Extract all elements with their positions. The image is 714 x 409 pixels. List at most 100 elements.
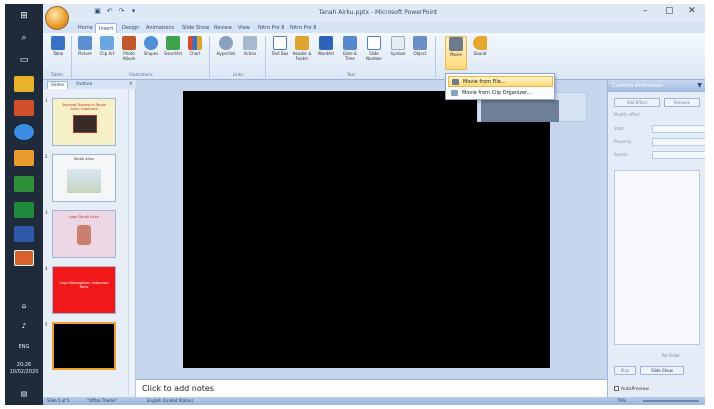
slides-scrollbar[interactable]: [128, 90, 134, 395]
slide-thumbnail-5[interactable]: [52, 322, 116, 370]
powerpoint-icon[interactable]: [14, 250, 34, 266]
slide-editing-area: [136, 80, 607, 379]
speed-field[interactable]: [652, 151, 705, 159]
slide-canvas[interactable]: [183, 91, 550, 368]
header-footer-button[interactable]: Header & Footer: [291, 36, 313, 70]
table-label: Table: [52, 51, 64, 56]
movie-from-clip-organizer-item[interactable]: Movie from Clip Organizer...: [448, 88, 553, 99]
language-indicator[interactable]: ENG: [7, 344, 41, 350]
action-button[interactable]: Action: [239, 36, 261, 70]
undo-icon[interactable]: ↶: [105, 7, 114, 16]
tab-slide-show[interactable]: Slide Show: [179, 23, 212, 33]
chevron-down-icon[interactable]: ▼: [697, 80, 702, 92]
app-icon[interactable]: [14, 150, 34, 166]
minimize-button[interactable]: –: [643, 6, 648, 16]
property-field[interactable]: [652, 138, 705, 146]
network-icon[interactable]: ⌂: [14, 298, 34, 314]
tab-insert[interactable]: Insert: [95, 23, 118, 33]
save-icon[interactable]: ▣: [93, 7, 102, 16]
photo-album-button[interactable]: Photo Album: [118, 36, 140, 70]
slide-thumbnail-2[interactable]: Tanah Airku: [52, 154, 116, 202]
group-links-label: Links: [232, 72, 244, 77]
picture-button[interactable]: Picture: [74, 36, 96, 70]
tab-review[interactable]: Review: [211, 23, 235, 33]
autopreview-checkbox[interactable]: AutoPreview: [614, 386, 649, 392]
excel-icon[interactable]: [14, 202, 34, 218]
tab-nitro-pro[interactable]: Nitro Pro 8: [287, 23, 319, 33]
notification-icon[interactable]: ▤: [14, 386, 34, 402]
tab-view[interactable]: View: [235, 23, 253, 33]
maximize-button[interactable]: ▢: [665, 6, 674, 16]
windows-taskbar: ⊞ ⌕ ▭ ⌂ ♪ ENG 20:26 10/02/2020 ▤: [5, 4, 43, 405]
shapes-button[interactable]: Shapes: [140, 36, 162, 70]
task-pane-title: Custom Animation: [612, 83, 663, 89]
text-box-icon: [273, 36, 287, 50]
redo-icon[interactable]: ↷: [117, 7, 126, 16]
browser-icon[interactable]: [14, 124, 34, 140]
movie-button[interactable]: Movie: [445, 36, 467, 70]
start-icon[interactable]: ⊞: [14, 8, 34, 24]
date-time-button[interactable]: Date & Time: [339, 36, 361, 70]
slide-thumbnail-title: Lagu Kebangsaan Indonesia Raya: [59, 281, 109, 289]
header-footer-icon: [295, 36, 309, 50]
movie-from-file-item[interactable]: Movie from File...: [448, 76, 553, 87]
zoom-level[interactable]: 79%: [617, 398, 626, 403]
symbol-icon: [391, 36, 405, 50]
add-effect-button[interactable]: Add Effect: [614, 98, 660, 107]
theme-name: "Office Theme": [87, 398, 118, 403]
slide-thumbnail-1[interactable]: Selamat Datang di Tanah Airku Indonesia: [52, 98, 116, 146]
slide-number-icon: [367, 36, 381, 50]
smartart-button[interactable]: SmartArt: [162, 36, 184, 70]
hyperlink-button[interactable]: Hyperlink: [215, 36, 237, 70]
task-view-icon[interactable]: ▭: [14, 52, 34, 68]
search-icon[interactable]: ⌕: [14, 30, 34, 46]
slide-show-button[interactable]: Slide Show: [640, 366, 684, 375]
tab-nitro-pro[interactable]: Nitro Pro 8: [255, 23, 287, 33]
zoom-slider[interactable]: [643, 400, 699, 402]
animation-list[interactable]: [614, 170, 700, 345]
symbol-button[interactable]: Symbol: [387, 36, 409, 70]
tab-home[interactable]: Home: [75, 23, 96, 33]
slide-photo: [67, 169, 101, 193]
tab-animations[interactable]: Animations: [143, 23, 177, 33]
symbol-label: Symbol: [390, 51, 406, 56]
close-button[interactable]: ✕: [688, 6, 696, 16]
tab-slides[interactable]: Slides: [47, 81, 69, 89]
object-button[interactable]: Object: [409, 36, 431, 70]
sound-button[interactable]: Sound: [469, 36, 491, 70]
slide-number-button[interactable]: Slide Number: [363, 36, 385, 70]
notes-pane[interactable]: Click to add notes: [136, 379, 607, 397]
text-box-button[interactable]: Text Box: [269, 36, 291, 70]
slide-thumbnail-3[interactable]: Lagu Tanah Airku: [52, 210, 116, 258]
speed-label: Speed:: [614, 152, 628, 157]
start-field[interactable]: [652, 125, 705, 133]
word-icon[interactable]: [14, 226, 34, 242]
remove-button[interactable]: Remove: [664, 98, 700, 107]
slide-number: 1: [45, 98, 48, 103]
close-pane-icon[interactable]: ×: [129, 81, 133, 87]
chart-icon: [188, 36, 202, 50]
table-button[interactable]: Table: [47, 36, 69, 70]
quick-access-toolbar: ▣ ↶ ↷ ▾: [93, 7, 138, 16]
slide-thumbnail-4[interactable]: Lagu Kebangsaan Indonesia Raya: [52, 266, 116, 314]
clip-art-button[interactable]: Clip Art: [96, 36, 118, 70]
language-status[interactable]: English (United States): [147, 398, 193, 403]
chart-button[interactable]: Chart: [184, 36, 206, 70]
volume-icon[interactable]: ♪: [14, 318, 34, 334]
notes-placeholder: Click to add notes: [142, 384, 214, 393]
office-app-icon[interactable]: [14, 100, 34, 116]
play-button[interactable]: Play: [614, 366, 636, 375]
customize-toolbar-icon[interactable]: ▾: [129, 7, 138, 16]
wordart-button[interactable]: WordArt: [315, 36, 337, 70]
group-separator: [265, 36, 266, 78]
reorder-control[interactable]: Re-Order: [648, 352, 694, 361]
tab-design[interactable]: Design: [119, 23, 142, 33]
group-text-label: Text: [346, 72, 356, 77]
text-box-label: Text Box: [271, 51, 289, 56]
app-icon[interactable]: [14, 176, 34, 192]
tab-outline[interactable]: Outline: [73, 81, 95, 89]
clip-art-label: Clip Art: [99, 51, 115, 56]
group-separator: [71, 36, 72, 78]
office-button[interactable]: [45, 6, 69, 30]
file-explorer-icon[interactable]: [14, 76, 34, 92]
